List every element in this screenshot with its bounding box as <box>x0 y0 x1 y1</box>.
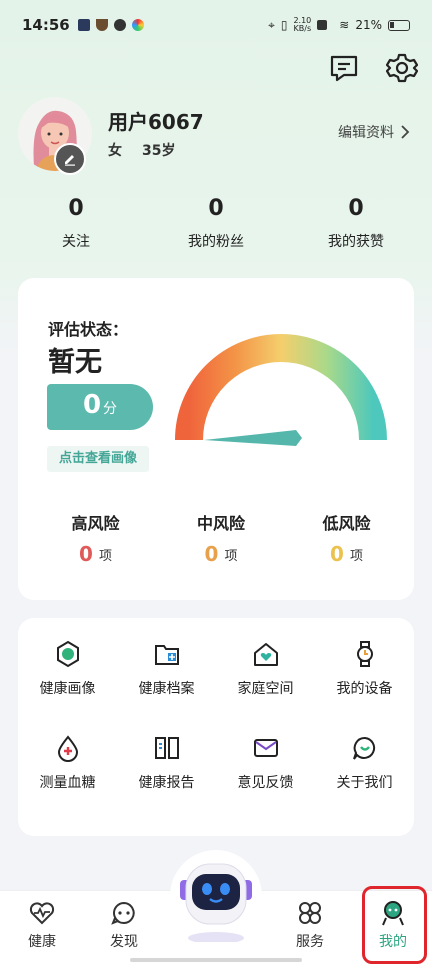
service-family-space[interactable]: 家庭空间 <box>216 640 315 698</box>
service-feedback[interactable]: 意见反馈 <box>216 734 315 792</box>
user-age: 35岁 <box>142 143 176 159</box>
service-label: 测量血糖 <box>39 775 96 791</box>
stat-value: 0 <box>348 196 364 221</box>
service-health-record[interactable]: 健康档案 <box>117 640 216 698</box>
active-tab-highlight <box>362 886 427 964</box>
user-gender: 女 <box>108 143 122 159</box>
battery-icon <box>388 19 410 31</box>
message-button[interactable] <box>328 52 360 88</box>
risk-high: 高风险 0 项 <box>48 510 143 566</box>
report-book-icon <box>154 737 179 759</box>
risk-count: 0 <box>330 542 344 566</box>
stat-value: 0 <box>208 196 224 221</box>
stat-label: 我的粉丝 <box>188 234 244 250</box>
score-unit: 分 <box>103 401 118 417</box>
link-notification-icon <box>113 19 126 31</box>
net-speed-unit: KB/s <box>293 24 312 33</box>
crown-notification-icon <box>95 19 108 31</box>
service-label: 健康报告 <box>138 775 195 791</box>
risk-count: 0 <box>79 542 93 566</box>
heart-pulse-icon <box>29 902 55 925</box>
watch-device-icon <box>356 641 373 667</box>
tab-service[interactable]: 服务 <box>280 899 340 951</box>
status-bar: 14:56 ⌖ ▯ 2.10 KB/s ≋ 21% <box>0 0 432 50</box>
risk-gauge <box>175 334 387 446</box>
color-wheel-notification-icon <box>131 19 144 31</box>
stat-value: 0 <box>68 196 84 221</box>
username: 用户6067 <box>108 110 204 134</box>
risk-title: 中风险 <box>196 514 245 533</box>
assessment-card: 评估状态： 暂无 0 分 点击查看画像 高风险 0 项 中风险 0 项 低风险 … <box>18 278 414 600</box>
service-label: 关于我们 <box>336 775 393 791</box>
risk-count: 0 <box>204 542 219 566</box>
risk-low: 低风险 0 项 <box>299 510 394 566</box>
family-home-icon <box>253 643 278 666</box>
sim-off-icon <box>317 20 328 30</box>
stat-likes[interactable]: 0 我的获赞 <box>301 196 411 251</box>
tab-label: 健康 <box>28 934 56 950</box>
wifi-icon: ≋ <box>339 18 350 32</box>
risk-unit: 项 <box>98 548 112 564</box>
gear-icon <box>385 53 419 83</box>
risk-title: 低风险 <box>322 514 371 533</box>
service-label: 意见反馈 <box>237 775 294 791</box>
stat-label: 关注 <box>62 234 90 250</box>
pencil-icon <box>65 155 75 166</box>
user-info: 女 35岁 <box>108 140 175 160</box>
robot-icon <box>170 850 262 944</box>
risk-unit: 项 <box>224 548 238 564</box>
stat-followers[interactable]: 0 我的粉丝 <box>161 196 271 251</box>
tab-label: 服务 <box>296 934 324 950</box>
service-my-devices[interactable]: 我的设备 <box>315 640 414 698</box>
status-time: 14:56 <box>22 16 70 34</box>
tab-label: 发现 <box>110 934 138 950</box>
view-profile-button[interactable]: 点击查看画像 <box>47 446 150 472</box>
service-health-profile[interactable]: 健康画像 <box>18 640 117 698</box>
location-icon: ⌖ <box>268 17 275 32</box>
chevron-right-icon <box>401 125 410 139</box>
stat-label: 我的获赞 <box>328 234 384 250</box>
gauge-needle <box>204 430 302 446</box>
settings-button[interactable] <box>385 52 419 88</box>
service-label: 家庭空间 <box>237 681 294 697</box>
stat-following[interactable]: 0 关注 <box>21 196 131 251</box>
service-label: 健康档案 <box>138 681 195 697</box>
assessment-status: 暂无 <box>48 347 102 378</box>
assessment-label: 评估状态： <box>48 320 129 339</box>
score-value: 0 <box>82 390 102 420</box>
message-icon <box>330 55 358 82</box>
risk-summary: 高风险 0 项 中风险 0 项 低风险 0 项 <box>18 510 414 566</box>
home-indicator <box>130 958 302 962</box>
service-health-report[interactable]: 健康报告 <box>117 734 216 792</box>
service-label: 我的设备 <box>336 681 393 697</box>
score-badge: 0 分 <box>47 384 153 430</box>
tab-discover[interactable]: 发现 <box>94 899 154 951</box>
edit-profile-link[interactable]: 编辑资料 <box>338 122 410 142</box>
health-profile-icon <box>56 640 79 668</box>
mail-feedback-icon <box>253 739 278 757</box>
risk-unit: 项 <box>349 548 363 564</box>
services-card: 健康画像 健康档案 家庭空间 我的设备 测量血糖 健康报告 意见反馈 关于我们 <box>18 618 414 836</box>
vibrate-icon: ▯ <box>280 18 288 32</box>
service-about-us[interactable]: 关于我们 <box>315 734 414 792</box>
service-blood-sugar[interactable]: 测量血糖 <box>18 734 117 792</box>
chat-about-icon <box>352 736 375 760</box>
blood-drop-icon <box>57 735 78 762</box>
stats-row: 0 关注 0 我的粉丝 0 我的获赞 <box>0 196 432 251</box>
health-record-icon <box>154 645 179 665</box>
tab-health[interactable]: 健康 <box>12 899 72 951</box>
service-grid-icon <box>299 902 321 924</box>
avatar-edit-button[interactable] <box>54 143 86 175</box>
ai-assistant-button[interactable] <box>166 846 266 944</box>
risk-medium: 中风险 0 项 <box>174 510 269 566</box>
service-label: 健康画像 <box>39 681 96 697</box>
battery-percent: 21% <box>355 18 382 32</box>
edit-profile-label: 编辑资料 <box>338 125 394 141</box>
risk-title: 高风险 <box>71 514 120 533</box>
services-grid: 健康画像 健康档案 家庭空间 我的设备 测量血糖 健康报告 意见反馈 关于我们 <box>18 640 414 792</box>
discover-icon <box>111 901 135 925</box>
top-actions <box>328 52 419 88</box>
app-notification-icon <box>77 19 90 31</box>
